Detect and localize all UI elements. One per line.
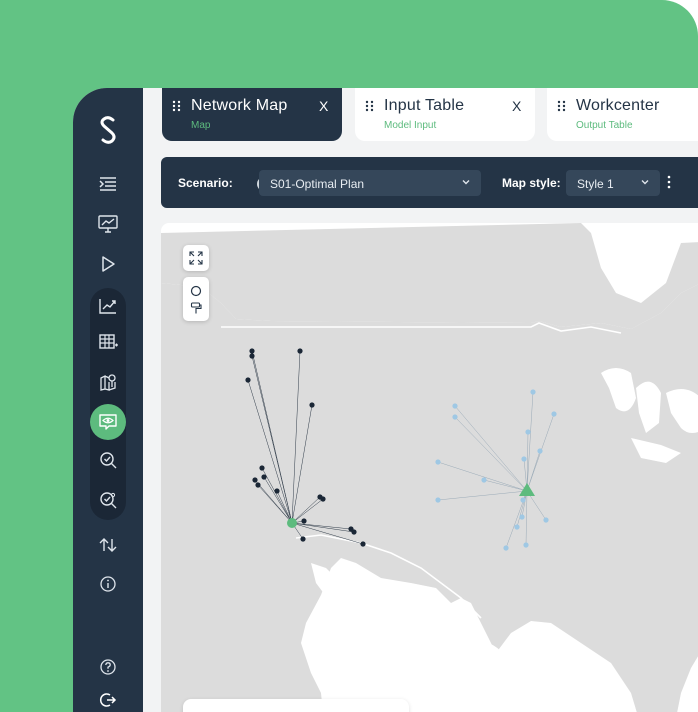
demand-point <box>523 542 529 548</box>
s-logo-icon[interactable] <box>94 116 122 144</box>
circle-select-icon[interactable] <box>190 285 202 297</box>
tab-subtitle: Map <box>191 120 211 131</box>
search-check-icon[interactable] <box>94 446 122 474</box>
demand-point <box>525 429 531 435</box>
drag-handle-icon[interactable] <box>557 100 567 112</box>
gulf-of-mexico <box>427 640 549 712</box>
info-icon[interactable] <box>94 570 122 598</box>
gulf-of-california <box>311 563 371 653</box>
monitor-chart-icon[interactable] <box>94 210 122 238</box>
customer-point <box>259 465 265 471</box>
scenario-select-value: S01-Optimal Plan <box>270 177 365 191</box>
tab-title: Workcenter <box>576 97 660 114</box>
customer-point <box>301 518 307 524</box>
demand-point <box>521 456 527 462</box>
tab-network-map[interactable]: Network Map Map X <box>162 88 342 141</box>
tab-title: Input Table <box>384 97 465 114</box>
map-style-select[interactable]: Style 1 <box>566 170 660 196</box>
demand-point <box>452 403 458 409</box>
fullscreen-icon <box>189 251 203 265</box>
tab-subtitle: Model Input <box>384 120 437 131</box>
fullscreen-button[interactable] <box>183 245 209 271</box>
menu-collapse-icon[interactable] <box>94 170 122 198</box>
close-tab-button[interactable]: X <box>512 98 521 114</box>
sidebar <box>73 88 143 712</box>
demand-point <box>481 477 487 483</box>
network-map[interactable] <box>161 223 698 712</box>
customer-point <box>252 477 258 483</box>
demand-point <box>520 497 526 503</box>
chevron-down-icon <box>641 180 649 185</box>
customer-point <box>274 488 280 494</box>
eye-chat-icon[interactable] <box>94 408 122 436</box>
demand-point <box>537 448 543 454</box>
customer-point <box>309 402 315 408</box>
demand-point <box>519 514 525 520</box>
customer-point <box>249 348 255 354</box>
customer-point <box>360 541 366 547</box>
demand-point <box>452 414 458 420</box>
map-style-select-value: Style 1 <box>577 177 614 191</box>
logout-icon[interactable] <box>94 686 122 712</box>
map-legend-card <box>183 699 409 712</box>
customer-point <box>245 377 251 383</box>
customer-point <box>255 482 261 488</box>
demand-point <box>435 459 441 465</box>
play-icon[interactable] <box>94 250 122 278</box>
drag-handle-icon[interactable] <box>172 100 182 112</box>
search-gear-icon[interactable] <box>94 486 122 514</box>
kebab-icon[interactable] <box>666 175 672 189</box>
scenario-select[interactable]: S01-Optimal Plan <box>259 170 481 196</box>
app-window: Network Map Map X Input Table Model Inpu… <box>73 88 698 712</box>
land-mass <box>161 283 698 712</box>
drag-handle-icon[interactable] <box>365 100 375 112</box>
tab-input-table[interactable]: Input Table Model Input X <box>355 88 535 141</box>
map-canvas[interactable] <box>161 223 698 712</box>
scenario-label: Scenario: <box>178 176 233 190</box>
customer-point <box>320 496 326 502</box>
demand-point <box>514 524 520 530</box>
customer-point <box>351 529 357 535</box>
demand-point <box>435 497 441 503</box>
paint-roller-icon[interactable] <box>190 301 202 314</box>
map-pin-icon[interactable] <box>94 368 122 396</box>
customer-point <box>297 348 303 354</box>
map-draw-tools <box>183 277 209 321</box>
customer-point <box>261 474 267 480</box>
demand-point <box>551 411 557 417</box>
tab-title: Network Map <box>191 97 288 114</box>
line-chart-icon[interactable] <box>94 292 122 320</box>
help-icon[interactable] <box>94 653 122 681</box>
close-tab-button[interactable]: X <box>319 98 328 114</box>
tab-subtitle: Output Table <box>576 120 633 131</box>
map-style-label: Map style: <box>502 176 561 190</box>
scenario-toolbar: Scenario: ? S01-Optimal Plan Map style: … <box>161 157 698 208</box>
demand-point <box>543 517 549 523</box>
demand-point <box>530 389 536 395</box>
sort-arrows-icon[interactable] <box>94 531 122 559</box>
west-facility-marker <box>287 518 297 528</box>
customer-point <box>249 353 255 359</box>
tab-workcenter[interactable]: Workcenter Output Table <box>547 88 698 141</box>
content-area: Network Map Map X Input Table Model Inpu… <box>143 88 698 712</box>
table-icon[interactable] <box>94 328 122 356</box>
demand-point <box>503 545 509 551</box>
customer-point <box>300 536 306 542</box>
chevron-down-icon <box>462 180 470 185</box>
